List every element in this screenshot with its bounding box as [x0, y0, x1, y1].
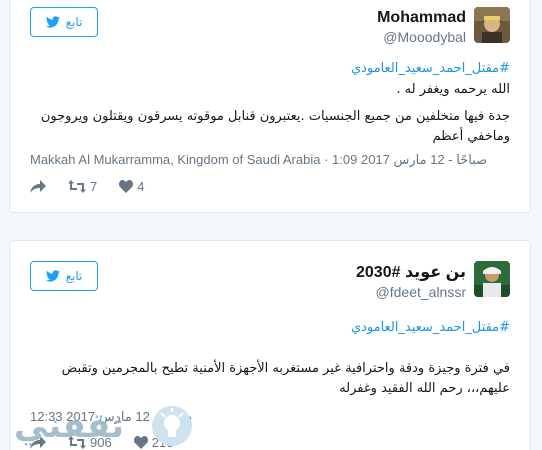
like-button[interactable]: 216: [133, 435, 174, 450]
tweet-text-body: في فترة وجيزة ودقة واحترافية غير مستغربه…: [61, 361, 510, 396]
reply-icon: [30, 435, 46, 449]
tweet-timestamp[interactable]: 1:09 صباحًا - 12 مارس 2017: [332, 152, 487, 167]
retweet-button[interactable]: 906: [68, 435, 112, 450]
twitter-bird-icon: [45, 270, 60, 282]
follow-button[interactable]: تابع: [30, 7, 98, 37]
reply-button[interactable]: [30, 435, 46, 450]
heart-icon: [133, 436, 148, 449]
tweet-text-body: جدة فيها متخلفين من جميع الجنسيات .يعتبر…: [40, 109, 510, 144]
retweet-button[interactable]: 7: [68, 179, 97, 194]
hashtag-link[interactable]: #مقتل_احمد_سعيد_العامودي: [30, 60, 510, 78]
follow-label: تابع: [65, 15, 83, 29]
tweet-card: تابع بن عويد #2030 @fdeet_alnssr #مقتل_ا…: [9, 240, 531, 450]
tweet-timestamp[interactable]: 12:33 صباحًا - 12 مارس 2017: [30, 409, 192, 424]
reply-icon: [30, 179, 46, 193]
tweet-location[interactable]: Makkah Al Mukarramma, Kingdom of Saudi A…: [30, 152, 320, 167]
avatar[interactable]: [474, 261, 510, 297]
user-info[interactable]: Mohammad @Mooodybal: [377, 8, 466, 46]
meta-separator: ·: [324, 152, 333, 167]
tweet-card: تابع Mohammad @Mooodybal #مقتل_احمد_سعيد…: [9, 0, 531, 213]
heart-icon: [119, 180, 134, 193]
hashtag-link[interactable]: #مقتل_احمد_سعيد_العامودي: [30, 319, 510, 337]
like-count: 4: [137, 179, 145, 194]
tweet-actions: 906 216: [30, 435, 173, 450]
like-count: 216: [151, 435, 174, 450]
retweet-icon: [68, 180, 86, 193]
tweet-meta: 12:33 صباحًا - 12 مارس 2017: [30, 409, 510, 425]
tweet-meta: Makkah Al Mukarramma, Kingdom of Saudi A…: [30, 152, 510, 168]
tweet-hashtag[interactable]: #مقتل_احمد_سعيد_العامودي: [30, 60, 510, 78]
avatar[interactable]: [474, 7, 510, 43]
tweet-actions: 7 4: [30, 179, 144, 194]
retweet-icon: [68, 436, 86, 449]
screen-name[interactable]: @fdeet_alnssr: [356, 283, 466, 301]
retweet-count: 7: [90, 179, 98, 194]
tweet-text-line: الله يرحمه ويغفر له .: [396, 82, 510, 97]
like-button[interactable]: 4: [119, 179, 144, 194]
user-info[interactable]: بن عويد #2030 @fdeet_alnssr: [356, 263, 466, 301]
reply-button[interactable]: [30, 179, 46, 194]
tweet-hashtag[interactable]: #مقتل_احمد_سعيد_العامودي: [30, 319, 510, 337]
screen-name[interactable]: @Mooodybal: [377, 28, 466, 46]
twitter-bird-icon: [45, 16, 60, 28]
retweet-count: 906: [90, 435, 112, 450]
follow-button[interactable]: تابع: [30, 261, 98, 291]
display-name[interactable]: بن عويد #2030: [356, 263, 466, 283]
display-name[interactable]: Mohammad: [377, 8, 466, 28]
follow-label: تابع: [65, 269, 83, 283]
